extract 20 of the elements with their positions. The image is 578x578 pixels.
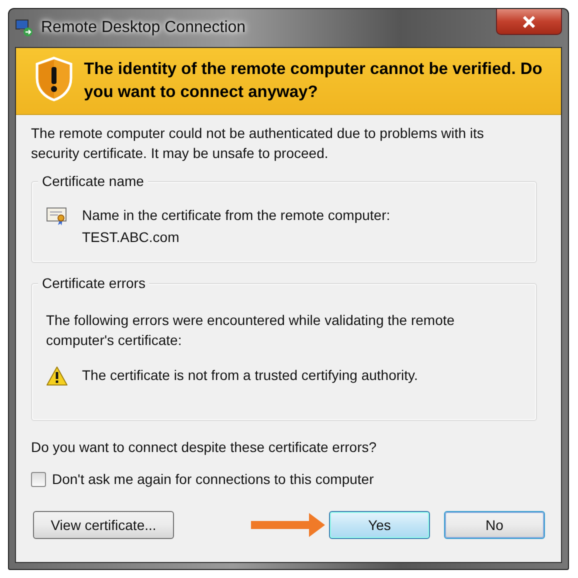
- certificate-icon: [46, 206, 68, 226]
- message-text: The remote computer could not be authenticated due to problems with its security certificate. It may be unsafe to proceed.: [31, 124, 485, 163]
- close-button[interactable]: [496, 9, 562, 35]
- errors-intro: The following errors were encountered while validating the remote computer's certificate:: [46, 311, 456, 350]
- checkbox-label[interactable]: Don't ask me again for connections to this computer: [52, 471, 374, 487]
- warning-icon: [46, 366, 68, 386]
- certificate-value: TEST.ABC.com: [82, 228, 180, 247]
- banner-text: The identity of the remote computer cannot be verified. Do you want to connect anyway?: [84, 59, 544, 103]
- pointer-arrow-icon: [251, 512, 325, 538]
- certificate-label: Name in the certificate from the remote computer:: [82, 206, 390, 225]
- error-text: The certificate is not from a trusted certifying authority.: [82, 366, 418, 385]
- question-text: Do you want to connect despite these certificate errors?: [31, 439, 378, 455]
- checkbox[interactable]: [31, 472, 46, 486]
- dialog-button[interactable]: View certificate...: [33, 511, 174, 539]
- window-title: Remote Desktop Connection: [41, 19, 246, 37]
- dialog-button[interactable]: No: [444, 511, 545, 539]
- shield-icon: [34, 56, 74, 102]
- app-icon: [15, 19, 33, 37]
- close-icon: [522, 16, 536, 28]
- dialog-button[interactable]: Yes: [329, 511, 430, 539]
